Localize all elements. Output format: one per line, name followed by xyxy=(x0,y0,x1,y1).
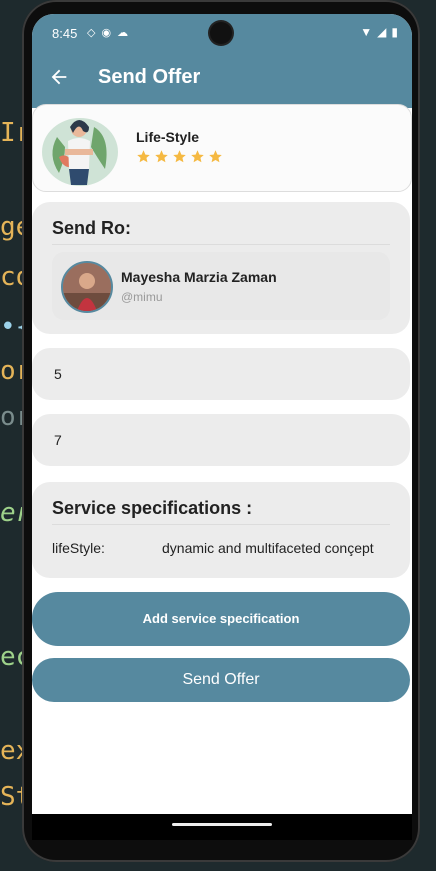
status-bar: 8:45 ◇ ◉ ☁ ▼ ◢ ▮ xyxy=(32,14,412,52)
send-to-card: Send Ro: Mayesha Marzia Zaman @mimu xyxy=(32,202,410,334)
signal-icon: ◢ xyxy=(377,25,387,39)
star-icon xyxy=(155,150,168,163)
avatar xyxy=(61,261,113,313)
star-icon xyxy=(137,150,150,163)
recipient-handle: @mimu xyxy=(121,290,163,304)
specifications-card: Service specifications : lifeStyle: dyna… xyxy=(32,482,410,578)
wifi-icon: ▼ xyxy=(360,25,373,39)
spec-key: lifeStyle: xyxy=(52,540,105,556)
star-icon xyxy=(173,150,186,163)
app-screen: 8:45 ◇ ◉ ☁ ▼ ◢ ▮ Send Offer Life-Style S… xyxy=(32,14,412,840)
star-icon xyxy=(209,150,222,163)
navigation-bar xyxy=(32,814,412,840)
shield-icon: ◇ xyxy=(87,27,96,39)
send-offer-button[interactable]: Send Offer xyxy=(32,658,410,702)
offer-input-2[interactable]: 7 xyxy=(32,414,410,466)
input-value: 7 xyxy=(54,432,62,448)
sync-icon: ◉ xyxy=(101,27,112,39)
star-icon xyxy=(191,150,204,163)
category-title: Life-Style xyxy=(136,129,200,145)
cloud-icon: ☁ xyxy=(117,27,129,39)
divider xyxy=(52,524,390,525)
app-bar: Send Offer xyxy=(32,52,412,108)
page-title: Send Offer xyxy=(98,66,201,88)
spec-value: dynamic and multifaceted conçept xyxy=(162,540,374,556)
recipient-card[interactable]: Mayesha Marzia Zaman @mimu xyxy=(52,252,390,320)
divider xyxy=(52,244,390,245)
avatar-photo xyxy=(63,263,111,311)
offer-input-1[interactable]: 5 xyxy=(32,348,410,400)
battery-icon: ▮ xyxy=(391,25,398,39)
rating-stars xyxy=(136,149,223,164)
back-arrow-icon[interactable] xyxy=(48,66,70,88)
category-card: Life-Style xyxy=(32,104,412,192)
specifications-title: Service specifications : xyxy=(52,498,253,518)
front-camera xyxy=(210,22,232,44)
add-specification-button[interactable]: Add service specification xyxy=(32,592,410,646)
status-time: 8:45 xyxy=(52,26,78,41)
recipient-name: Mayesha Marzia Zaman xyxy=(121,269,277,285)
category-illustration xyxy=(42,118,118,186)
input-value: 5 xyxy=(54,366,62,382)
home-gesture-handle[interactable] xyxy=(172,823,272,826)
send-to-title: Send Ro: xyxy=(52,218,131,238)
